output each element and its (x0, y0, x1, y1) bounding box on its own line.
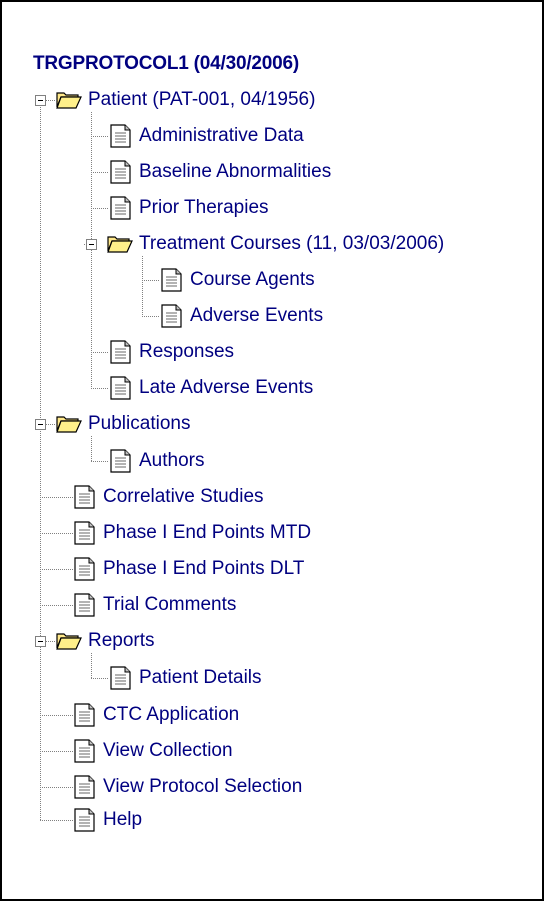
tree-node-responses[interactable]: Responses (139, 341, 234, 363)
tree-node-late-adverse-events[interactable]: Late Adverse Events (139, 377, 313, 399)
document-icon (74, 593, 95, 617)
tree-node-baseline-abnormalities[interactable]: Baseline Abnormalities (139, 161, 331, 183)
tree-node-treatment-courses[interactable]: Treatment Courses (11, 03/03/2006) (139, 233, 444, 255)
document-icon (110, 160, 131, 184)
tree-node-phase1-end-points-dlt[interactable]: Phase I End Points DLT (103, 558, 304, 580)
document-icon (110, 666, 131, 690)
tree-node-correlative-studies[interactable]: Correlative Studies (103, 486, 264, 508)
tree-node-help[interactable]: Help (103, 809, 142, 831)
collapse-patient-toggle[interactable] (35, 95, 46, 106)
tree-node-adverse-events[interactable]: Adverse Events (190, 305, 323, 327)
document-icon (161, 268, 182, 292)
document-icon (110, 124, 131, 148)
tree-node-publications[interactable]: Publications (88, 413, 190, 435)
tree-node-course-agents[interactable]: Course Agents (190, 269, 315, 291)
document-icon (74, 739, 95, 763)
document-icon (74, 521, 95, 545)
tree-node-phase1-end-points-mtd[interactable]: Phase I End Points MTD (103, 522, 311, 544)
document-icon (74, 485, 95, 509)
folder-open-icon (56, 92, 82, 109)
tree-node-ctc-application[interactable]: CTC Application (103, 704, 239, 726)
tree-node-patient-details[interactable]: Patient Details (139, 667, 262, 689)
navigation-tree-panel: TRGPROTOCOL1 (04/30/2006) Patient (PAT-0… (0, 0, 544, 901)
document-icon (74, 703, 95, 727)
folder-open-icon (56, 416, 82, 433)
tree-node-administrative-data[interactable]: Administrative Data (139, 125, 304, 147)
tree-node-prior-therapies[interactable]: Prior Therapies (139, 197, 269, 219)
document-icon (110, 449, 131, 473)
document-icon (74, 557, 95, 581)
collapse-reports-toggle[interactable] (35, 636, 46, 647)
folder-open-icon (107, 236, 133, 253)
tree-node-view-collection[interactable]: View Collection (103, 740, 233, 762)
tree-node-reports[interactable]: Reports (88, 630, 155, 652)
tree-node-trial-comments[interactable]: Trial Comments (103, 594, 236, 616)
tree-node-view-protocol-selection[interactable]: View Protocol Selection (103, 776, 302, 798)
collapse-treatment-courses-toggle[interactable] (86, 239, 97, 250)
tree-node-authors[interactable]: Authors (139, 450, 204, 472)
tree-node-patient[interactable]: Patient (PAT-001, 04/1956) (88, 89, 315, 111)
document-icon (74, 775, 95, 799)
document-icon (110, 376, 131, 400)
protocol-title[interactable]: TRGPROTOCOL1 (04/30/2006) (33, 53, 299, 75)
document-icon (110, 340, 131, 364)
collapse-publications-toggle[interactable] (35, 419, 46, 430)
document-icon (161, 304, 182, 328)
document-icon (74, 808, 95, 832)
document-icon (110, 196, 131, 220)
folder-open-icon (56, 633, 82, 650)
